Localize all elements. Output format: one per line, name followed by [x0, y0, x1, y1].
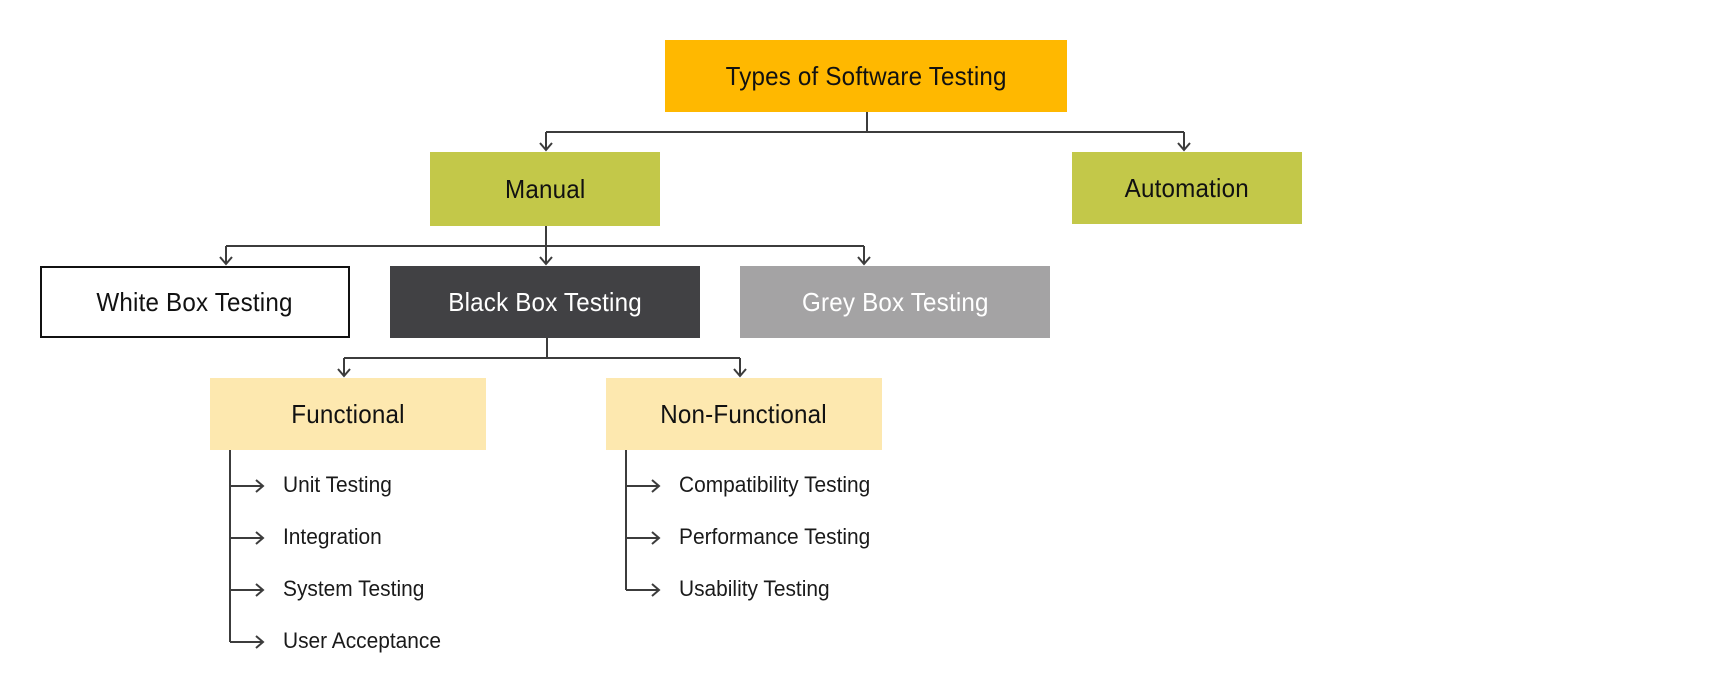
list-item: User Acceptance — [283, 627, 449, 655]
arrow-down-icon — [219, 256, 233, 266]
list-item: Performance Testing — [679, 523, 880, 551]
list-item-label: Compatibility Testing — [679, 472, 871, 497]
arrow-right-icon — [255, 635, 265, 649]
arrow-down-icon — [337, 368, 351, 378]
list-item: Unit Testing — [283, 471, 398, 499]
software-testing-diagram: Types of Software Testing Manual Automat… — [0, 0, 1730, 698]
list-item: System Testing — [283, 575, 432, 603]
functional-label: Functional — [291, 398, 405, 429]
list-item-label: User Acceptance — [283, 628, 441, 653]
automation-label: Automation — [1124, 172, 1250, 203]
functional-node: Functional — [210, 378, 486, 450]
list-item-label: Integration — [283, 524, 382, 549]
arrow-down-icon — [1177, 142, 1191, 152]
root-node: Types of Software Testing — [665, 40, 1067, 112]
non-functional-node: Non-Functional — [606, 378, 882, 450]
list-item: Integration — [283, 523, 387, 551]
list-item-label: System Testing — [283, 576, 425, 601]
white-box-node: White Box Testing — [40, 266, 350, 338]
arrow-right-icon — [255, 583, 265, 597]
arrow-right-icon — [255, 531, 265, 545]
arrow-down-icon — [733, 368, 747, 378]
arrow-right-icon — [651, 583, 661, 597]
list-item: Compatibility Testing — [679, 471, 880, 499]
manual-label: Manual — [504, 173, 586, 204]
arrow-right-icon — [651, 479, 661, 493]
list-item-label: Usability Testing — [679, 576, 830, 601]
grey-box-node: Grey Box Testing — [740, 266, 1050, 338]
arrow-down-icon — [857, 256, 871, 266]
arrow-right-icon — [651, 531, 661, 545]
black-box-node: Black Box Testing — [390, 266, 700, 338]
list-item: Usability Testing — [679, 575, 838, 603]
arrow-down-icon — [539, 142, 553, 152]
black-box-label: Black Box Testing — [448, 286, 642, 317]
arrow-right-icon — [255, 479, 265, 493]
manual-node: Manual — [430, 152, 660, 226]
non-functional-label: Non-Functional — [660, 398, 828, 429]
automation-node: Automation — [1072, 152, 1302, 224]
arrow-down-icon — [539, 256, 553, 266]
white-box-label: White Box Testing — [96, 286, 294, 317]
grey-box-label: Grey Box Testing — [801, 286, 989, 317]
root-label: Types of Software Testing — [725, 60, 1007, 91]
list-item-label: Performance Testing — [679, 524, 871, 549]
list-item-label: Unit Testing — [283, 472, 392, 497]
